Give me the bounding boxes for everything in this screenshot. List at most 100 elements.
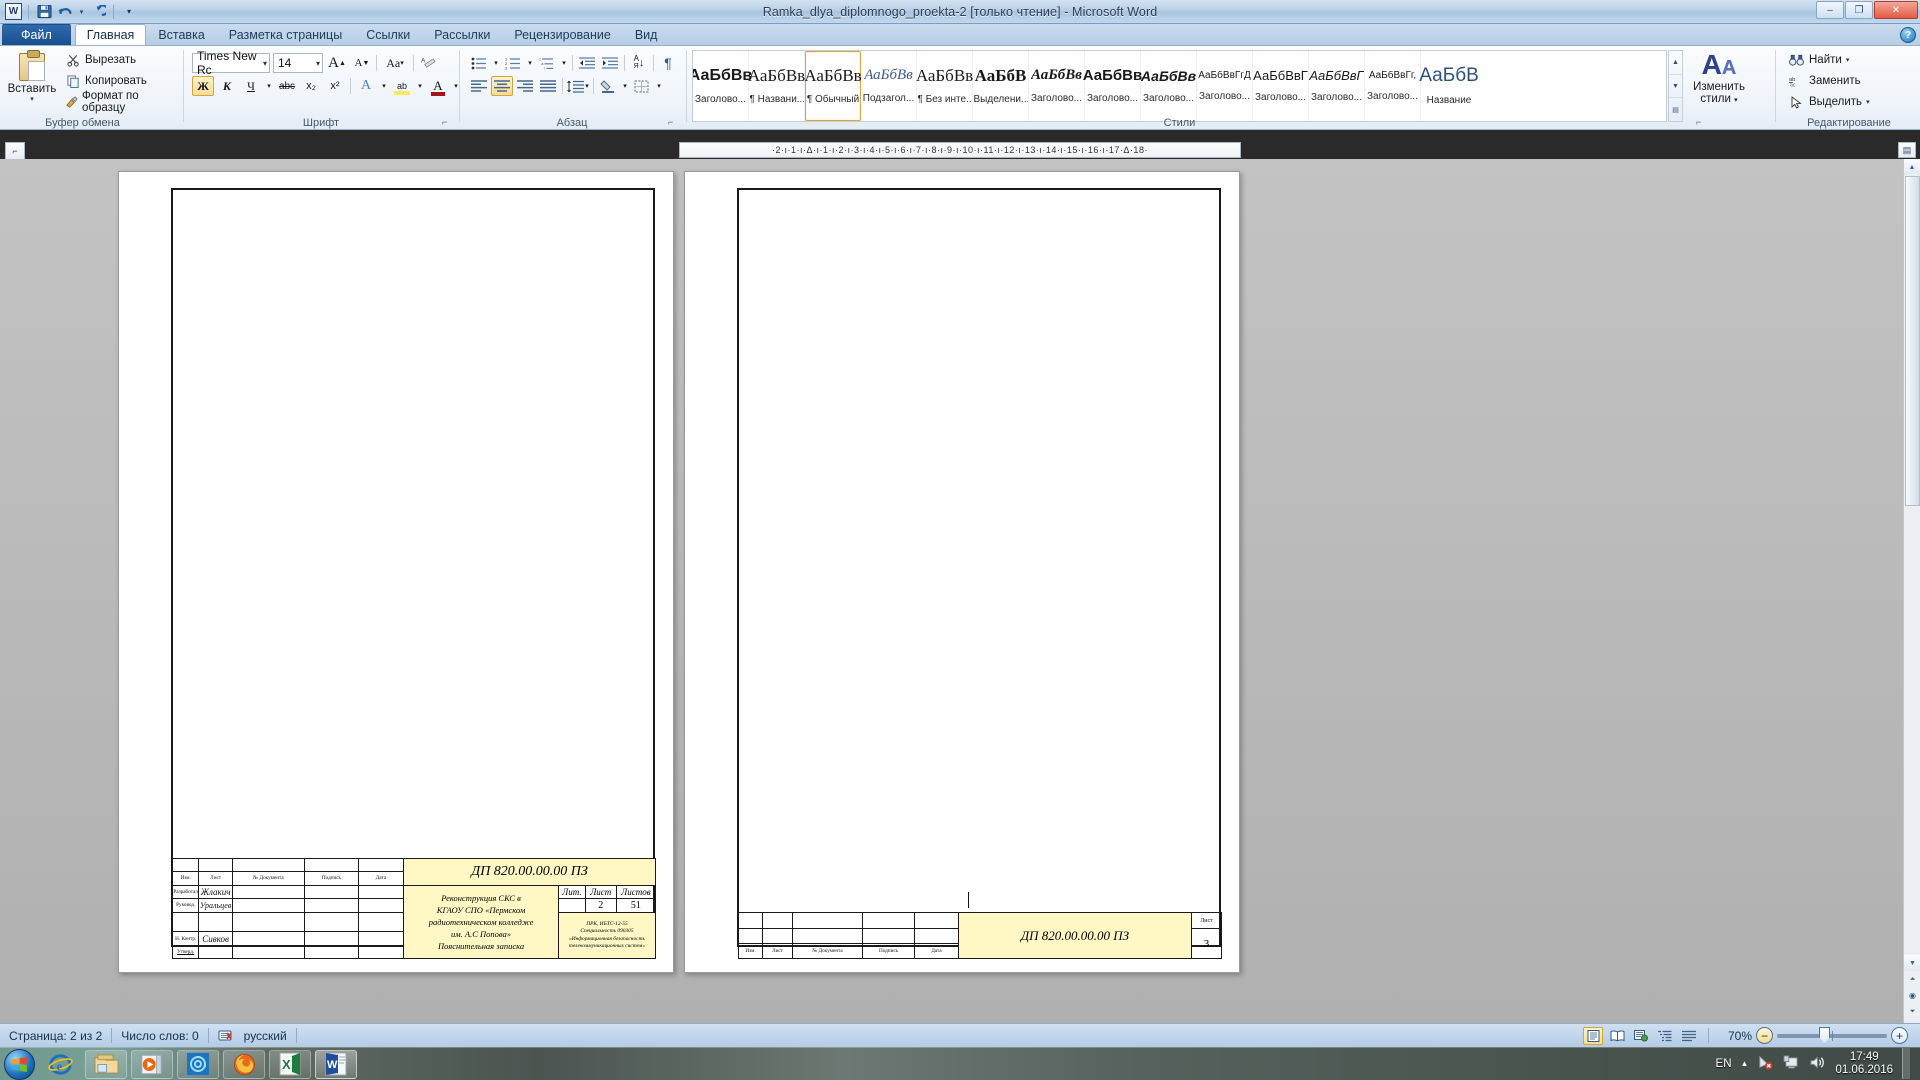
styles-dialog-launcher[interactable]: ⌐ [1696,117,1707,128]
format-painter-button[interactable]: Формат по образцу [62,90,165,114]
ruler-toggle-button[interactable]: ▤ [1898,142,1916,158]
chevron-down-icon[interactable]: ▾ [312,59,320,68]
style-item[interactable]: АаБбВвГ Заголово... [1253,51,1309,121]
clock[interactable]: 17:49 01.06.2016 [1835,1051,1893,1077]
fullscreen-reading-icon[interactable] [1607,1027,1627,1045]
document-page-2[interactable]: ДП 820.00.00.00 ПЗ Лист 3 Изм. Лист № До… [684,171,1240,973]
scrollbar-thumb[interactable] [1905,176,1920,506]
subscript-button[interactable]: x₂ [300,76,322,96]
style-item[interactable]: АаБбВв ¶ Без инте... [916,51,973,121]
borders-icon[interactable] [631,76,653,96]
network-error-icon[interactable] [1757,1055,1774,1073]
style-item[interactable]: АаБбВв Заголово... [1141,51,1197,121]
text-effects-icon[interactable]: A [355,76,377,96]
tab-mailings[interactable]: Рассылки [422,24,502,45]
more-styles-icon[interactable]: ▤ [1669,98,1682,121]
web-layout-icon[interactable] [1631,1027,1651,1045]
tab-page-layout[interactable]: Разметка страницы [217,24,354,45]
start-orb-icon[interactable] [4,1048,35,1080]
tab-review[interactable]: Рецензирование [502,24,623,45]
chevron-down-icon[interactable]: ▾ [259,59,267,68]
style-item[interactable]: АаБбВв Заголово... [693,51,752,121]
zoom-out-button[interactable]: − [1756,1027,1773,1044]
previous-page-icon[interactable]: ⏶ [1904,972,1920,987]
page-info[interactable]: Страница: 2 из 2 [0,1029,102,1043]
mail-at-icon[interactable] [177,1049,219,1079]
document-page-1[interactable]: ДП 820.00.00.00 ПЗ Изм. Лист № Документа… [118,171,674,973]
styles-gallery-scroll[interactable]: ▲ ▼ ▤ [1668,50,1683,122]
align-left-icon[interactable] [468,76,490,96]
scroll-down-icon[interactable]: ▼ [1904,955,1920,971]
chevron-down-icon[interactable]: ▾ [1866,98,1870,106]
highlight-color-icon[interactable]: ab [391,76,413,96]
cut-button[interactable]: Вырезать [62,51,165,69]
increase-indent-icon[interactable] [599,53,621,73]
shrink-font-button[interactable]: A ▼ [351,53,373,73]
print-layout-icon[interactable] [1583,1026,1603,1045]
strikethrough-button[interactable]: abc [276,76,298,96]
style-item[interactable]: АаБбВвГгД Заголово... [1197,51,1253,121]
tab-insert[interactable]: Вставка [146,24,216,45]
bold-button[interactable]: Ж [192,76,214,96]
style-item[interactable]: АаБбВв Заголово... [1029,51,1085,121]
style-item[interactable]: АаБбВвГ Заголово... [1309,51,1365,121]
scroll-down-icon[interactable]: ▼ [1669,75,1682,99]
font-color-icon[interactable]: A [427,76,449,96]
underline-dropdown-icon[interactable]: ▾ [264,76,274,96]
draft-icon[interactable] [1679,1027,1699,1045]
scroll-up-icon[interactable]: ▲ [1669,51,1682,75]
clear-formatting-icon[interactable]: A [417,53,439,73]
numbered-list-icon[interactable]: 123 [502,53,524,73]
grow-font-button[interactable]: A ▲ [326,53,348,73]
replace-button[interactable]: ab ac Заменить [1784,72,1873,90]
chevron-down-icon[interactable]: ▾ [379,76,389,96]
language-indicator[interactable]: русский [236,1029,287,1043]
justify-icon[interactable] [537,76,559,96]
change-case-button[interactable]: Aa ▾ [380,53,410,73]
styles-gallery[interactable]: АаБбВв Заголово... АаБбВв ¶ Названи... АаБ… [692,50,1667,122]
select-button[interactable]: Выделить ▾ [1784,93,1873,111]
tab-selector-button[interactable]: ⌐ [5,142,25,160]
font-dialog-launcher[interactable]: ⌐ [442,117,453,128]
font-size-input[interactable]: 14 ▾ [273,53,323,73]
show-hidden-icons-icon[interactable]: ▲ [1741,1059,1749,1068]
style-item[interactable]: АаБбВв Подзагол... [861,51,917,121]
chevron-down-icon[interactable]: ▾ [30,95,34,103]
volume-icon[interactable] [1809,1055,1826,1073]
formatting-marks-icon[interactable]: ¶ [657,53,679,73]
spelling-check-icon[interactable] [218,1028,236,1043]
windows-explorer-icon[interactable] [85,1049,127,1079]
sort-icon[interactable]: А Я ↓ [628,53,650,73]
zoom-in-button[interactable]: + [1891,1027,1908,1044]
paragraph-dialog-launcher[interactable]: ⌐ [668,117,679,128]
language-indicator[interactable]: EN [1716,1058,1732,1070]
underline-button[interactable]: Ч [240,76,262,96]
chevron-down-icon[interactable]: ▾ [525,53,535,73]
copy-button[interactable]: Копировать [62,72,165,90]
bullet-list-icon[interactable] [468,53,490,73]
style-item[interactable]: АаБбВв ¶ Названи... [748,51,805,121]
multilevel-list-icon[interactable]: 1ai [536,53,558,73]
chevron-down-icon[interactable]: ▾ [654,76,664,96]
line-spacing-icon[interactable]: ▾ [566,76,590,96]
chevron-down-icon[interactable]: ▾ [620,76,630,96]
chevron-down-icon[interactable]: ▾ [559,53,569,73]
zoom-slider-thumb[interactable] [1819,1026,1830,1044]
decrease-indent-icon[interactable] [576,53,598,73]
show-desktop-button[interactable] [1902,1048,1910,1079]
change-styles-button[interactable]: AA Изменить стили ▾ [1688,51,1750,118]
select-browse-object-icon[interactable]: ◉ [1904,988,1920,1003]
paste-button[interactable]: Вставить ▾ [6,50,58,114]
font-family-input[interactable]: Times New Rc ▾ [192,49,270,77]
italic-button[interactable]: К [216,76,238,96]
display-icon[interactable] [1783,1054,1800,1073]
firefox-icon[interactable] [223,1049,265,1079]
zoom-slider[interactable] [1777,1026,1887,1044]
internet-explorer-icon[interactable]: e [39,1050,81,1079]
style-item-selected[interactable]: АаБбВв ¶ Обычный [804,51,862,121]
chevron-down-icon[interactable]: ▾ [491,53,501,73]
chevron-down-icon[interactable]: ▾ [415,76,425,96]
help-button[interactable]: ? [1900,27,1916,43]
style-item[interactable]: АаБбВ Название [1419,51,1478,121]
style-item[interactable]: АаБбВв Заголово... [1083,51,1142,121]
